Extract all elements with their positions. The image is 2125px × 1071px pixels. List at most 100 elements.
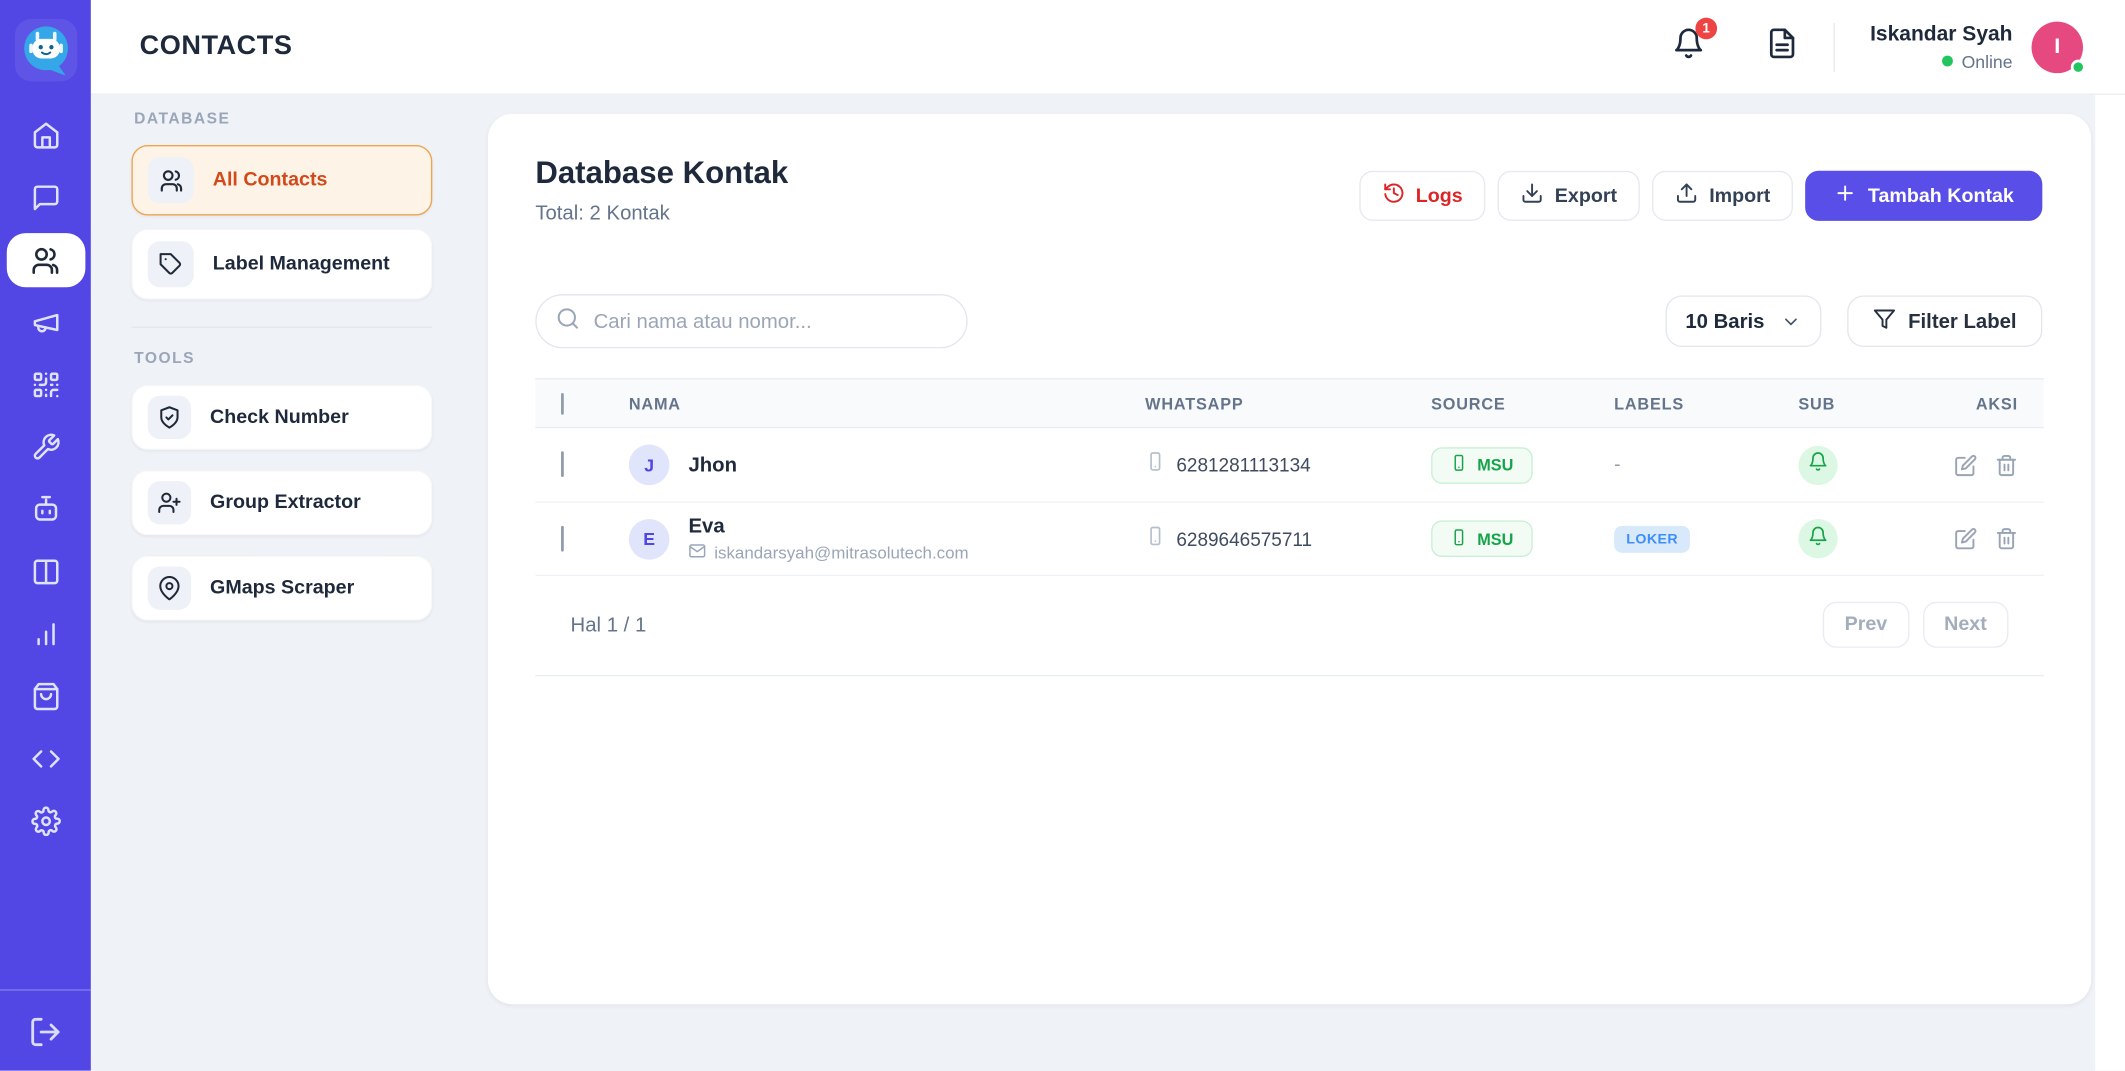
subscribe-bell-button[interactable] [1798, 445, 1837, 484]
sidebar-nav [6, 108, 85, 848]
source-value: MSU [1477, 455, 1513, 474]
sidebar-item-check-number[interactable]: Check Number [131, 385, 432, 450]
document-button[interactable] [1766, 27, 1799, 66]
notifications-button[interactable]: 1 [1672, 27, 1705, 66]
sidebar-item-label: All Contacts [213, 169, 328, 191]
smartphone-icon [1450, 454, 1468, 476]
rows-per-page-select[interactable]: 10 Baris [1665, 295, 1821, 346]
contact-name: Eva [688, 514, 968, 537]
logs-button[interactable]: Logs [1359, 171, 1486, 221]
sidebar-item-label: Label Management [213, 253, 390, 275]
search-box [535, 294, 967, 348]
user-status: Online [1870, 51, 2012, 71]
sidebar-item-group-extractor[interactable]: Group Extractor [131, 470, 432, 535]
avatar[interactable]: I [2031, 21, 2082, 72]
settings-icon[interactable] [6, 794, 85, 848]
contact-email-row: iskandarsyah@mitrasolutech.com [688, 541, 968, 563]
mail-icon [688, 541, 706, 563]
contacts-icon[interactable] [6, 233, 85, 287]
table-row: J Jhon 6281281113134 MSU - [535, 428, 2043, 503]
trash-icon[interactable] [1995, 527, 2018, 550]
search-input[interactable] [594, 310, 948, 333]
row-checkbox[interactable] [561, 525, 564, 551]
avatar: E [629, 518, 670, 559]
card-title: Database Kontak [535, 154, 788, 191]
home-icon[interactable] [6, 108, 85, 162]
avatar-initial: I [2054, 35, 2060, 59]
column-header-whatsapp: WHATSAPP [1145, 394, 1431, 413]
sidebar-item-gmaps-scraper[interactable]: GMaps Scraper [131, 556, 432, 621]
kanban-icon[interactable] [6, 545, 85, 599]
sidebar-item-all-contacts[interactable]: All Contacts [131, 145, 432, 215]
code-icon[interactable] [6, 732, 85, 786]
labels-cell: LOKER [1614, 525, 1798, 552]
app-logo[interactable] [14, 19, 76, 81]
sidebar-item-label-management[interactable]: Label Management [131, 229, 432, 299]
contacts-subnav: DATABASE All Contacts Label Management T… [91, 95, 470, 641]
database-kontak-card: Database Kontak Total: 2 Kontak Logs Exp… [488, 114, 2091, 1004]
whatsapp-cell: 6281281113134 [1145, 451, 1431, 478]
notification-badge: 1 [1695, 18, 1717, 40]
sub-cell [1798, 445, 1934, 484]
import-button[interactable]: Import [1652, 171, 1793, 221]
online-label: Online [1962, 51, 2013, 71]
qr-code-icon[interactable] [6, 358, 85, 412]
sidebar-item-label: Check Number [210, 407, 349, 429]
filter-label-button[interactable]: Filter Label [1847, 295, 2042, 346]
analytics-icon[interactable] [6, 607, 85, 661]
user-plus-icon [148, 481, 191, 524]
chat-icon[interactable] [6, 171, 85, 225]
trash-icon[interactable] [1995, 453, 2018, 476]
tools-icon[interactable] [6, 420, 85, 474]
card-title-block: Database Kontak Total: 2 Kontak [535, 154, 788, 224]
icon-sidebar [0, 0, 91, 1071]
card-actions: Logs Export Import Tambah Kontak [1359, 171, 2043, 221]
smartphone-icon [1145, 525, 1165, 552]
app-root: CONTACTS 1 Iskandar Syah Online I [0, 0, 2125, 1071]
document-icon [1766, 27, 1799, 66]
search-icon [556, 306, 580, 337]
column-header-aksi: AKSI [1934, 394, 2044, 413]
source-value: MSU [1477, 529, 1513, 548]
sidebar-item-label: Group Extractor [210, 492, 361, 514]
card-header: Database Kontak Total: 2 Kontak Logs Exp… [488, 114, 2091, 225]
table-footer: Hal 1 / 1 Prev Next [535, 576, 2043, 676]
export-button[interactable]: Export [1498, 171, 1640, 221]
label-badge: LOKER [1614, 525, 1690, 552]
store-icon[interactable] [6, 669, 85, 723]
edit-icon[interactable] [1954, 527, 1977, 550]
robot-chat-logo-icon [17, 22, 74, 79]
name-cell: J Jhon [603, 445, 1145, 486]
user-menu[interactable]: Iskandar Syah Online [1870, 22, 2012, 71]
next-page-button[interactable]: Next [1922, 602, 2008, 648]
subnav-divider [131, 327, 432, 328]
top-header: CONTACTS 1 Iskandar Syah Online I [91, 0, 2125, 95]
contact-total: Total: 2 Kontak [535, 202, 788, 225]
page-title: CONTACTS [140, 31, 293, 62]
table-toolbar: 10 Baris Filter Label [488, 294, 2091, 348]
pagination-buttons: Prev Next [1823, 602, 2009, 648]
rows-per-page-value: 10 Baris [1685, 310, 1764, 333]
source-badge: MSU [1431, 447, 1532, 484]
select-all-checkbox[interactable] [561, 392, 564, 414]
edit-icon[interactable] [1954, 453, 1977, 476]
table-row: E Eva iskandarsyah@mitrasolutech.com 628… [535, 503, 2043, 576]
header-actions: 1 Iskandar Syah Online I [1672, 21, 2083, 72]
broadcast-icon[interactable] [6, 295, 85, 349]
chevron-down-icon [1781, 311, 1801, 331]
online-dot-icon [1943, 56, 1954, 67]
history-icon [1382, 182, 1405, 210]
contact-email: iskandarsyah@mitrasolutech.com [714, 543, 968, 562]
bell-icon [1808, 525, 1828, 552]
bot-icon[interactable] [6, 482, 85, 536]
prev-page-button[interactable]: Prev [1823, 602, 1909, 648]
subscribe-bell-button[interactable] [1798, 519, 1837, 558]
smartphone-icon [1145, 451, 1165, 478]
scrollbar-track[interactable] [2094, 95, 2125, 1071]
add-contact-button[interactable]: Tambah Kontak [1806, 171, 2043, 221]
toolbar-right: 10 Baris Filter Label [1665, 295, 2042, 346]
column-header-labels: LABELS [1614, 394, 1798, 413]
row-checkbox[interactable] [561, 451, 564, 477]
logout-icon[interactable] [28, 1015, 62, 1049]
whatsapp-number: 6281281113134 [1176, 454, 1310, 476]
